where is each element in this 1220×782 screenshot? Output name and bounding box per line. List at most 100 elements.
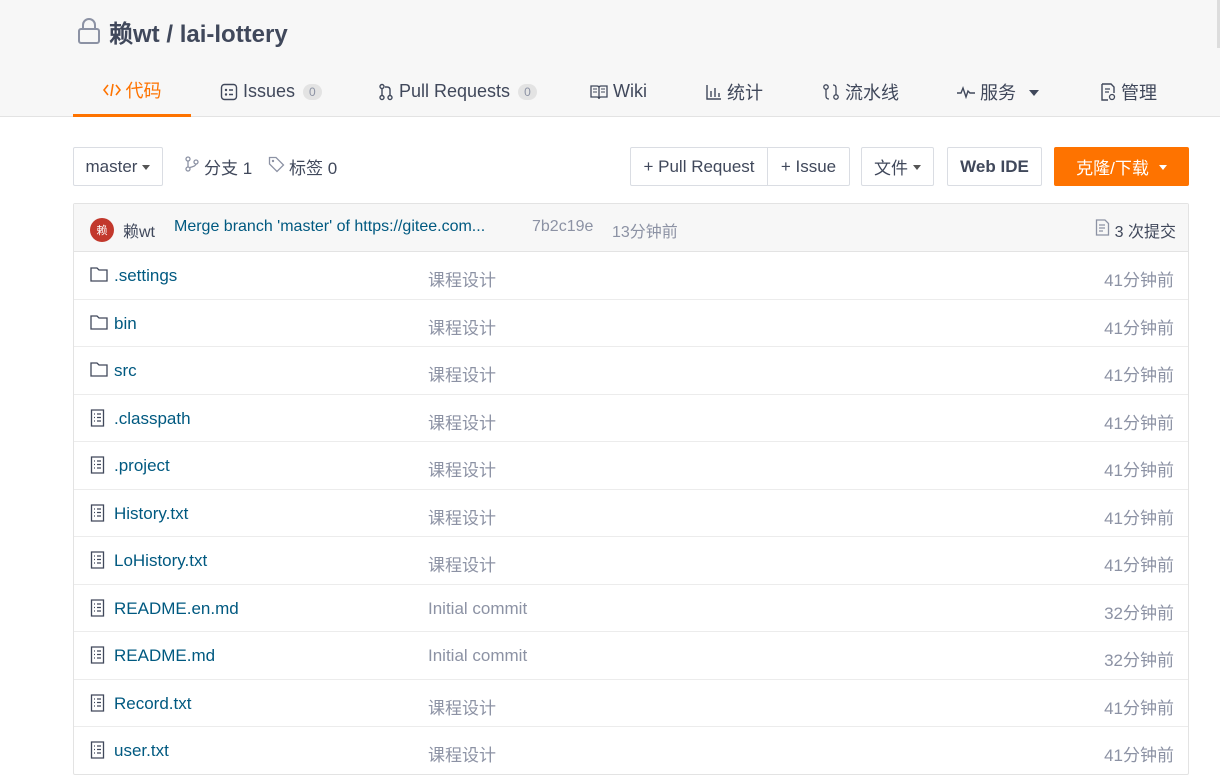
repo-separator: / <box>159 20 180 48</box>
tab-services[interactable]: 服务 <box>957 66 1039 117</box>
file-name-link[interactable]: Record.txt <box>114 694 191 714</box>
tab-issues[interactable]: Issues 0 <box>220 66 322 117</box>
branch-select-label: master <box>85 156 138 176</box>
branch-icon <box>184 156 200 177</box>
tags-link[interactable]: 标签 0 <box>268 147 337 186</box>
tab-pipeline[interactable]: 流水线 <box>822 66 899 117</box>
commit-message-link[interactable]: Merge branch 'master' of https://gitee.c… <box>174 218 485 236</box>
table-row[interactable]: bin 课程设计 41分钟前 <box>74 300 1188 347</box>
folder-icon <box>90 266 108 284</box>
pulse-icon <box>957 85 975 99</box>
chevron-down-icon <box>1029 89 1039 96</box>
file-updated-time: 41分钟前 <box>1104 366 1174 385</box>
repo-full-name: 赖wt / lai-lottery <box>109 14 288 49</box>
file-updated-time: 41分钟前 <box>1104 508 1174 528</box>
file-commit-message-link[interactable]: Initial commit <box>428 599 527 619</box>
file-commit-message-link[interactable]: 课程设计 <box>428 409 496 434</box>
avatar[interactable]: 赖 <box>90 218 114 242</box>
pull-request-icon <box>378 83 394 101</box>
file-updated-time: 41分钟前 <box>1104 461 1174 480</box>
tab-code[interactable]: 代码 <box>73 66 191 117</box>
repo-owner-link[interactable]: 赖wt <box>109 21 160 48</box>
folder-icon <box>90 314 108 332</box>
file-name-link[interactable]: .settings <box>114 266 177 286</box>
file-name-link[interactable]: .classpath <box>114 409 191 429</box>
table-row[interactable]: .classpath 课程设计 41分钟前 <box>74 395 1188 442</box>
lock-icon <box>75 16 103 46</box>
code-icon <box>102 82 121 98</box>
file-name-link[interactable]: .project <box>114 456 170 476</box>
file-name-link[interactable]: bin <box>114 314 137 334</box>
file-name-link[interactable]: History.txt <box>114 504 188 524</box>
file-name-link[interactable]: src <box>114 361 137 381</box>
table-row[interactable]: src 课程设计 41分钟前 <box>74 347 1188 395</box>
commits-count-label: 3 次提交 <box>1114 224 1176 241</box>
pipeline-icon <box>822 83 840 101</box>
file-icon <box>90 598 108 617</box>
file-icon <box>90 456 108 474</box>
new-issue-button[interactable]: + Issue <box>767 147 850 186</box>
file-name-link[interactable]: LoHistory.txt <box>114 551 207 571</box>
commit-history-icon <box>1095 219 1110 241</box>
file-commit-message-link[interactable]: Initial commit <box>428 646 527 666</box>
file-commit-message-link[interactable]: 课程设计 <box>428 741 496 766</box>
file-commit-message-link[interactable]: 课程设计 <box>428 456 496 481</box>
commit-hash[interactable]: 7b2c19e <box>532 218 593 236</box>
table-row[interactable]: Record.txt 课程设计 41分钟前 <box>74 680 1188 727</box>
book-icon <box>590 84 608 100</box>
tab-label: 服务 <box>980 82 1016 103</box>
file-updated-time: 41分钟前 <box>1104 556 1174 575</box>
pull-requests-count-badge: 0 <box>518 83 537 100</box>
chevron-down-icon <box>1158 165 1167 170</box>
file-commit-message-link[interactable]: 课程设计 <box>428 551 496 576</box>
table-row[interactable]: .settings 课程设计 41分钟前 <box>74 252 1188 300</box>
chevron-down-icon <box>142 165 151 170</box>
folder-icon <box>90 361 108 379</box>
chart-icon <box>706 84 722 100</box>
file-icon <box>90 551 108 569</box>
file-icon <box>90 646 108 664</box>
table-row[interactable]: user.txt 课程设计 41分钟前 <box>74 727 1188 775</box>
table-row[interactable]: .project 课程设计 41分钟前 <box>74 442 1188 490</box>
web-ide-button[interactable]: Web IDE <box>947 147 1042 186</box>
tab-pull-requests[interactable]: Pull Requests 0 <box>378 66 537 117</box>
file-updated-time: 41分钟前 <box>1104 318 1174 338</box>
file-icon <box>90 693 108 712</box>
file-commit-message-link[interactable]: 课程设计 <box>428 361 496 386</box>
tab-label: 代码 <box>125 81 162 101</box>
file-name-link[interactable]: README.md <box>114 646 215 666</box>
tab-label: 流水线 <box>845 82 899 103</box>
file-name-link[interactable]: README.en.md <box>114 599 239 619</box>
branches-link[interactable]: 分支 1 <box>184 147 252 186</box>
latest-commit-bar: 赖 赖wt Merge branch 'master' of https://g… <box>74 204 1188 252</box>
tab-wiki[interactable]: Wiki <box>590 66 647 117</box>
repo-name-link[interactable]: lai-lottery <box>180 21 288 48</box>
file-commit-message-link[interactable]: 课程设计 <box>428 504 496 529</box>
tab-stats[interactable]: 统计 <box>706 66 763 117</box>
file-menu-label: 文件 <box>874 159 908 178</box>
tab-manage[interactable]: 管理 <box>1100 66 1157 117</box>
new-pull-request-button[interactable]: + Pull Request <box>630 147 768 186</box>
file-commit-message-link[interactable]: 课程设计 <box>428 694 496 719</box>
tab-label: Pull Requests <box>399 81 511 101</box>
table-row[interactable]: History.txt 课程设计 41分钟前 <box>74 490 1188 537</box>
table-row[interactable]: README.en.md Initial commit 32分钟前 <box>74 585 1188 632</box>
file-commit-message-link[interactable]: 课程设计 <box>428 266 496 291</box>
repo-header: 赖wt / lai-lottery 代码 Issues 0 Pull Reque… <box>0 0 1220 117</box>
clone-download-button[interactable]: 克隆/下载 <box>1054 147 1189 186</box>
chevron-down-icon <box>913 165 921 170</box>
table-row[interactable]: README.md Initial commit 32分钟前 <box>74 632 1188 680</box>
file-commit-message-link[interactable]: 课程设计 <box>428 314 496 339</box>
file-updated-time: 32分钟前 <box>1104 651 1174 670</box>
branch-select[interactable]: master <box>73 147 163 186</box>
commit-author[interactable]: 赖wt <box>123 218 155 242</box>
issues-count-badge: 0 <box>303 83 322 100</box>
issues-icon <box>220 83 238 101</box>
commits-count-link[interactable]: 3 次提交 <box>1095 218 1176 242</box>
file-menu-button[interactable]: 文件 <box>861 147 934 186</box>
file-icon <box>90 503 108 522</box>
tab-label: 统计 <box>727 82 763 103</box>
file-name-link[interactable]: user.txt <box>114 741 169 761</box>
table-row[interactable]: LoHistory.txt 课程设计 41分钟前 <box>74 537 1188 585</box>
tags-label: 标签 0 <box>289 159 338 178</box>
